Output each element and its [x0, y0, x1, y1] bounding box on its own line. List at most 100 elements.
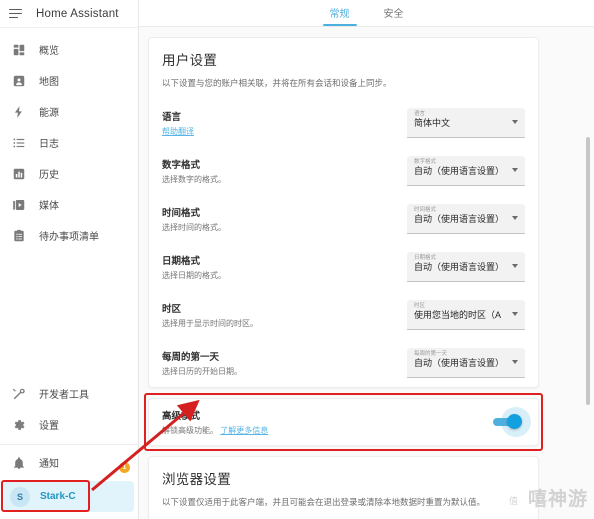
- sidebar-user-profile[interactable]: S Stark-C: [4, 481, 134, 512]
- select-value: 简体中文: [414, 118, 451, 129]
- setting-row-date-format: 日期格式 选择日期的格式。 日期格式 自动（使用语言设置）: [149, 243, 538, 291]
- hammer-wrench-icon: [11, 386, 26, 401]
- sidebar-item-label: 能源: [39, 108, 59, 119]
- map-marker-icon: [11, 73, 26, 88]
- sidebar-divider: [0, 444, 138, 445]
- row-subtext: 选择数字的格式。: [162, 174, 226, 184]
- dashboard-grid-icon: [11, 42, 26, 57]
- row-text: 数字格式 选择数字的格式。: [162, 157, 397, 185]
- sidebar-item-settings[interactable]: 设置: [0, 409, 138, 440]
- select-float-label: 时区: [414, 302, 426, 309]
- sidebar-item-label: 开发者工具: [39, 390, 89, 401]
- bar-chart-icon: [11, 166, 26, 181]
- app-title: Home Assistant: [36, 7, 119, 20]
- setting-row-language: 语言 帮助翻译 语言 简体中文: [149, 99, 538, 147]
- avatar: S: [10, 486, 30, 507]
- setting-row-advanced-mode: 高级模式 解锁高级功能。 了解更多信息: [149, 399, 538, 445]
- select-value: 自动（使用语言设置）: [414, 166, 505, 177]
- sidebar-item-history[interactable]: 历史: [0, 158, 138, 189]
- sidebar-item-label: 媒体: [39, 201, 59, 212]
- media-play-icon: [11, 197, 26, 212]
- tab-general[interactable]: 常规: [322, 5, 357, 26]
- row-title: 日期格式: [162, 255, 201, 267]
- row-text: 语言 帮助翻译: [162, 109, 397, 137]
- sidebar-bottom-nav: 开发者工具 设置 通知 S Stark-C: [0, 378, 138, 519]
- sidebar-item-energy[interactable]: 能源: [0, 96, 138, 127]
- row-subtext: 解锁高级功能。 了解更多信息: [162, 425, 481, 436]
- settings-scroll-area[interactable]: 用户设置 以下设置与您的账户相关联，并将在所有会话和设备上同步。 语言 帮助翻译…: [139, 37, 594, 519]
- main-content: 常规 安全 用户设置 以下设置与您的账户相关联，并将在所有会话和设备上同步。 语…: [139, 0, 594, 519]
- sidebar-item-logbook[interactable]: 日志: [0, 127, 138, 158]
- advanced-mode-sub: 解锁高级功能。: [162, 425, 218, 435]
- hamburger-icon[interactable]: [9, 7, 24, 20]
- help-translate-link[interactable]: 帮助翻译: [162, 127, 194, 136]
- sidebar-item-label: 日志: [39, 139, 59, 150]
- learn-more-link[interactable]: 了解更多信息: [220, 426, 268, 435]
- browser-settings-title: 浏览器设置: [162, 471, 231, 487]
- date-format-select[interactable]: 日期格式 自动（使用语言设置）: [407, 251, 525, 282]
- sidebar-item-notifications[interactable]: 通知: [0, 447, 138, 478]
- setting-row-timezone: 时区 选择用于显示时间的时区。 时区 使用您当地的时区（A: [149, 291, 538, 339]
- user-settings-description: 以下设置与您的账户相关联，并将在所有会话和设备上同步。: [162, 78, 392, 88]
- home-assistant-app: Home Assistant 概览 地图 能源 日志 历史 媒体 待办事项清单 …: [0, 0, 594, 519]
- sidebar-item-todo[interactable]: 待办事项清单: [0, 220, 138, 251]
- row-text: 每周的第一天 选择日历的开始日期。: [162, 349, 397, 377]
- select-value: 自动（使用语言设置）: [414, 262, 505, 273]
- select-float-label: 数字格式: [414, 158, 437, 165]
- setting-row-first-day-of-week: 每周的第一天 选择日历的开始日期。 每周的第一天 自动（使用语言设置）: [149, 339, 538, 387]
- number-format-select[interactable]: 数字格式 自动（使用语言设置）: [407, 155, 525, 186]
- chevron-down-icon: [512, 359, 518, 364]
- sidebar-item-overview[interactable]: 概览: [0, 34, 138, 65]
- advanced-mode-toggle[interactable]: [491, 406, 531, 437]
- select-float-label: 日期格式: [414, 254, 437, 261]
- row-text: 日期格式 选择日期的格式。: [162, 253, 397, 281]
- first-day-of-week-select[interactable]: 每周的第一天 自动（使用语言设置）: [407, 347, 525, 378]
- row-title: 每周的第一天: [162, 351, 220, 363]
- select-float-label: 每周的第一天: [414, 350, 448, 357]
- row-text: 时间格式 选择时间的格式。: [162, 205, 397, 233]
- sidebar-item-label: 设置: [39, 421, 59, 432]
- row-subtext: 选择用于显示时间的时区。: [162, 318, 258, 328]
- list-icon: [11, 135, 26, 150]
- select-value: 使用您当地的时区（A: [414, 310, 502, 321]
- row-title: 高级模式: [162, 410, 201, 422]
- language-select[interactable]: 语言 简体中文: [407, 107, 525, 138]
- sidebar-item-map[interactable]: 地图: [0, 65, 138, 96]
- bell-icon: [11, 455, 26, 470]
- timezone-select[interactable]: 时区 使用您当地的时区（A: [407, 299, 525, 330]
- user-name: Stark-C: [40, 491, 76, 502]
- browser-settings-card: 浏览器设置 以下设置仅适用于此客户端，并且可能会在退出登录或清除本地数据时重置为…: [148, 455, 539, 519]
- user-settings-header: 用户设置 以下设置与您的账户相关联，并将在所有会话和设备上同步。: [149, 38, 538, 99]
- row-title: 时区: [162, 303, 182, 315]
- time-format-select[interactable]: 时间格式 自动（使用语言设置）: [407, 203, 525, 234]
- user-settings-card: 用户设置 以下设置与您的账户相关联，并将在所有会话和设备上同步。 语言 帮助翻译…: [148, 37, 539, 388]
- row-title: 时间格式: [162, 207, 201, 219]
- sidebar-item-label: 待办事项清单: [39, 232, 99, 243]
- row-subtext: 选择日期的格式。: [162, 270, 226, 280]
- select-value: 自动（使用语言设置）: [414, 214, 505, 225]
- chevron-down-icon: [512, 167, 518, 172]
- setting-row-time-format: 时间格式 选择时间的格式。 时间格式 自动（使用语言设置）: [149, 195, 538, 243]
- row-title: 语言: [162, 111, 182, 123]
- sidebar-item-developer-tools[interactable]: 开发者工具: [0, 378, 138, 409]
- chevron-down-icon: [512, 215, 518, 220]
- tab-security[interactable]: 安全: [384, 5, 404, 26]
- notification-badge: 1: [119, 462, 130, 473]
- browser-settings-description: 以下设置仅适用于此客户端，并且可能会在退出登录或清除本地数据时重置为默认值。: [162, 496, 486, 507]
- sidebar-item-label: 地图: [39, 77, 59, 88]
- vertical-scrollbar[interactable]: [586, 137, 590, 405]
- browser-settings-header: 浏览器设置 以下设置仅适用于此客户端，并且可能会在退出登录或清除本地数据时重置为…: [149, 457, 538, 518]
- sidebar-item-media[interactable]: 媒体: [0, 189, 138, 220]
- row-text: 时区 选择用于显示时间的时区。: [162, 301, 397, 329]
- setting-row-number-format: 数字格式 选择数字的格式。 数字格式 自动（使用语言设置）: [149, 147, 538, 195]
- sidebar-nav: 概览 地图 能源 日志 历史 媒体 待办事项清单: [0, 28, 138, 251]
- row-subtext: 选择时间的格式。: [162, 222, 226, 232]
- sidebar-header: Home Assistant: [0, 0, 138, 28]
- select-value: 自动（使用语言设置）: [414, 358, 505, 369]
- tab-bar: 常规 安全: [139, 0, 594, 27]
- chevron-down-icon: [512, 263, 518, 268]
- advanced-mode-wrapper: 高级模式 解锁高级功能。 了解更多信息: [144, 392, 543, 451]
- lightning-bolt-icon: [11, 104, 26, 119]
- sidebar-item-label: 概览: [39, 46, 59, 57]
